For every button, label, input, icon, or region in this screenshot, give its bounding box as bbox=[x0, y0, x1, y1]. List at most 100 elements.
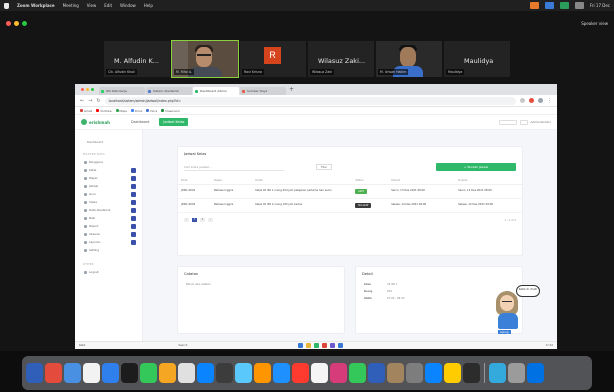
app-icon[interactable] bbox=[322, 343, 328, 348]
finder-icon[interactable] bbox=[26, 363, 43, 383]
browser-tab[interactable]: Sumber Daya bbox=[240, 87, 286, 95]
sidebar-heading[interactable]: Dashboard bbox=[75, 130, 142, 150]
filter-button[interactable]: Filter bbox=[316, 164, 332, 170]
chrome-icon[interactable] bbox=[425, 363, 442, 383]
forward-icon[interactable]: → bbox=[88, 98, 92, 104]
sidebar-item-logout[interactable]: Logout bbox=[75, 268, 142, 276]
next-page-icon[interactable]: › bbox=[208, 218, 213, 222]
explorer-icon[interactable] bbox=[298, 343, 304, 348]
new-tab-icon[interactable]: + bbox=[289, 86, 294, 93]
bookmark-item[interactable]: Maps bbox=[115, 109, 127, 113]
share-status-icon[interactable] bbox=[559, 2, 569, 9]
sidebar-item[interactable]: Mapel bbox=[75, 174, 142, 182]
recording-icon[interactable] bbox=[529, 2, 539, 9]
app-tab-jadwal[interactable]: Jadwal Kelas bbox=[159, 118, 189, 126]
messages-icon[interactable] bbox=[349, 363, 366, 383]
profile-icon[interactable] bbox=[538, 98, 543, 103]
app-icon[interactable] bbox=[330, 343, 336, 348]
sidebar-item[interactable]: Guru bbox=[75, 190, 142, 198]
settings-icon[interactable] bbox=[216, 363, 233, 383]
participant-tile[interactable]: Wilasuz Zaki... Wilasuz Zaki bbox=[308, 41, 374, 77]
participant-tile-photo[interactable]: M. Ichsan Hakim bbox=[376, 41, 442, 77]
sidebar-item[interactable]: Absensi bbox=[75, 230, 142, 238]
page-button[interactable]: 1 bbox=[192, 218, 197, 222]
notes-yellow-icon[interactable] bbox=[444, 363, 461, 383]
extension-icon[interactable] bbox=[520, 98, 525, 103]
minimize-icon[interactable] bbox=[86, 88, 89, 91]
sidebar-item[interactable]: Raport bbox=[75, 222, 142, 230]
maps-icon[interactable] bbox=[489, 363, 506, 383]
sidebar-item[interactable]: Pengguna bbox=[75, 158, 142, 166]
zoom-status-icon[interactable] bbox=[544, 2, 554, 9]
menu-window[interactable]: Window bbox=[120, 3, 136, 8]
contacts-icon[interactable] bbox=[83, 363, 100, 383]
music-icon[interactable] bbox=[330, 363, 347, 383]
back-icon[interactable]: ← bbox=[80, 98, 84, 104]
browser-tab[interactable]: WA Web Kerja bbox=[99, 87, 145, 95]
app-logo[interactable]: erishmah bbox=[81, 119, 121, 125]
extension-icon[interactable] bbox=[529, 98, 534, 103]
obs-icon[interactable] bbox=[463, 363, 480, 383]
sidebar-item[interactable]: Jadwal bbox=[75, 182, 142, 190]
taskbar-search[interactable]: Search bbox=[178, 344, 187, 347]
participant-tile-video[interactable]: M. Rifqi A. bbox=[171, 40, 239, 78]
view-switch-button[interactable]: Speaker view bbox=[581, 21, 608, 26]
search-input[interactable]: Cari kode jadwal... bbox=[184, 164, 284, 171]
calendar-date-icon[interactable] bbox=[292, 363, 309, 383]
sidebar-item[interactable]: Nilai bbox=[75, 214, 142, 222]
user-name[interactable]: Administrator bbox=[531, 120, 551, 124]
minimize-icon[interactable] bbox=[14, 21, 19, 26]
sidebar-item[interactable]: Setting bbox=[75, 246, 142, 254]
table-row[interactable]: JDWL-0002 Bahasa Inggris Kelas XII IPS 2… bbox=[178, 198, 522, 213]
participant-tile-avatar[interactable]: R Ravi Krisna bbox=[240, 41, 306, 77]
app-icon[interactable] bbox=[338, 343, 344, 348]
menu-help[interactable]: Help bbox=[144, 3, 153, 8]
photos-icon[interactable] bbox=[311, 363, 328, 383]
wifi-icon[interactable] bbox=[574, 2, 584, 9]
trash-icon[interactable] bbox=[527, 363, 544, 383]
sidebar-item[interactable]: Kelas bbox=[75, 166, 142, 174]
sidebar-item[interactable]: Laporan bbox=[75, 238, 142, 246]
bookmark-item[interactable]: Classroom bbox=[161, 109, 180, 113]
column-header[interactable]: Dibuat bbox=[388, 177, 456, 185]
menu-meeting[interactable]: Meeting bbox=[63, 3, 79, 8]
page-button[interactable]: 2 bbox=[200, 218, 205, 222]
appstore-icon[interactable] bbox=[197, 363, 214, 383]
participant-tile[interactable]: M. Alfudin K... Cik. Alfudin Kholi bbox=[104, 41, 170, 77]
participant-tile[interactable]: Maulidya Maulidya bbox=[444, 41, 510, 77]
close-icon[interactable] bbox=[81, 88, 84, 91]
column-header[interactable]: Kode bbox=[178, 177, 212, 185]
maximize-icon[interactable] bbox=[22, 21, 27, 26]
prev-page-icon[interactable]: ‹ bbox=[184, 218, 189, 222]
menu-edit[interactable]: Edit bbox=[104, 3, 112, 8]
bookmark-item[interactable]: Docs bbox=[146, 109, 157, 113]
chrome-icon[interactable] bbox=[314, 343, 320, 348]
files-icon[interactable] bbox=[508, 363, 525, 383]
folder-icon[interactable] bbox=[306, 343, 312, 348]
column-header[interactable]: Detail bbox=[252, 177, 353, 185]
add-schedule-button[interactable]: + Tambah Jadwal bbox=[436, 163, 516, 171]
sidebar-item[interactable]: Siswa bbox=[75, 198, 142, 206]
facetime-icon[interactable] bbox=[140, 363, 157, 383]
vlc-icon[interactable] bbox=[254, 363, 271, 383]
apple-icon[interactable] bbox=[4, 2, 9, 9]
notification-button[interactable] bbox=[498, 119, 517, 125]
safari-icon[interactable] bbox=[64, 363, 81, 383]
taskbar-start-label[interactable]: Ketik bbox=[79, 344, 85, 347]
finder-folder-icon[interactable] bbox=[387, 363, 404, 383]
notes-icon[interactable] bbox=[159, 363, 176, 383]
calendar-icon[interactable] bbox=[178, 363, 195, 383]
word-icon[interactable] bbox=[368, 363, 385, 383]
bookmark-item[interactable]: YouTube bbox=[96, 109, 112, 113]
column-header[interactable]: Status bbox=[352, 177, 389, 185]
menu-view[interactable]: View bbox=[87, 3, 97, 8]
browser-tab[interactable]: Sistem Akademik bbox=[146, 87, 192, 95]
close-icon[interactable] bbox=[6, 21, 11, 26]
vscode-icon[interactable] bbox=[273, 363, 290, 383]
launchpad-icon[interactable] bbox=[45, 363, 62, 383]
browser-tab-active[interactable]: Dashboard Admin bbox=[193, 87, 239, 95]
terminal-icon[interactable] bbox=[121, 363, 138, 383]
preview-icon[interactable] bbox=[406, 363, 423, 383]
menubar-app-name[interactable]: Zoom Workplace bbox=[17, 3, 55, 8]
menubar-clock[interactable]: Fri 17 Dec bbox=[590, 3, 610, 8]
